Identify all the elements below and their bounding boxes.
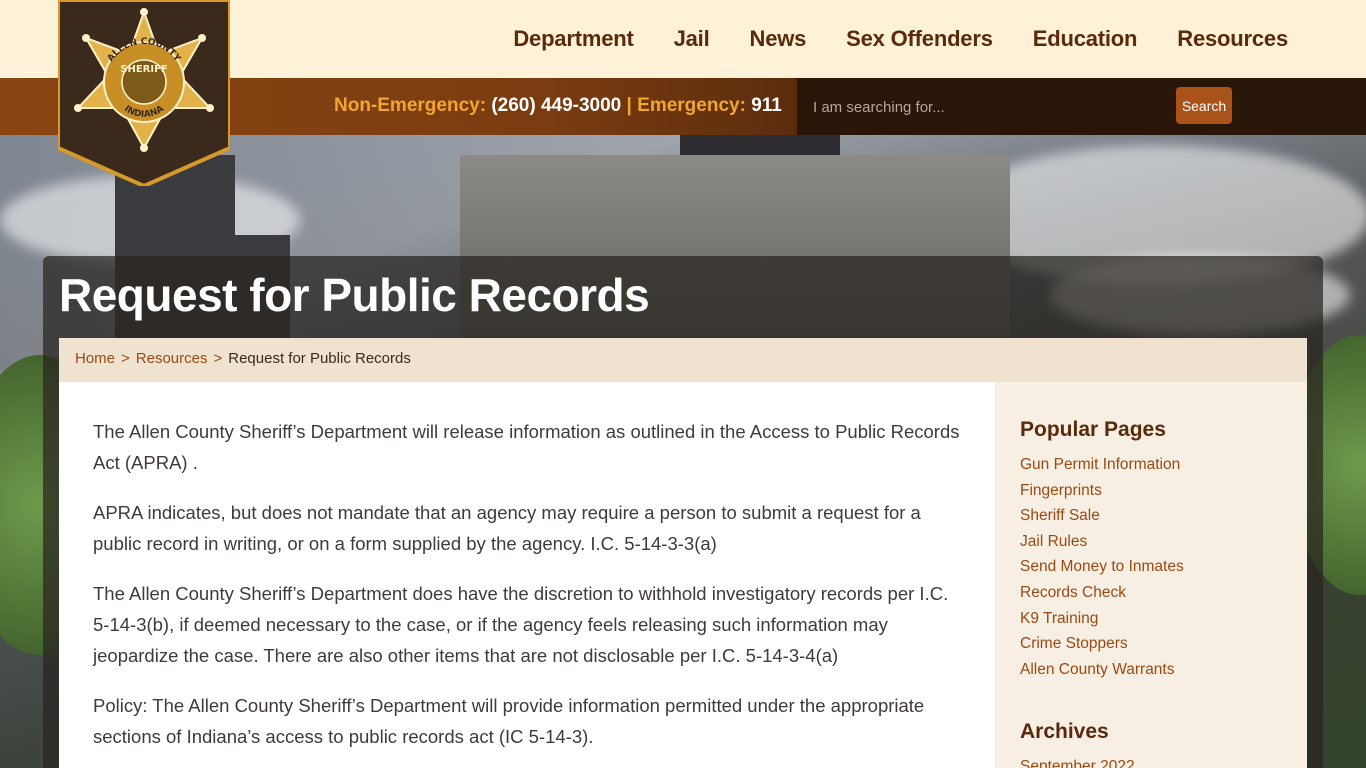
- sheriff-badge-logo[interactable]: ALLEN COUNTY SHERIFF INDIANA: [56, 0, 232, 189]
- nav-item-jail[interactable]: Jail: [674, 26, 710, 52]
- popular-link-jail-rules[interactable]: Jail Rules: [1020, 533, 1087, 550]
- list-item: Crime Stoppers: [1020, 631, 1282, 657]
- content-paragraph: The Allen County Sheriff’s Department wi…: [93, 421, 960, 473]
- contact-separator: |: [626, 95, 632, 116]
- list-item: Allen County Warrants: [1020, 657, 1282, 683]
- emergency-label: Emergency:: [637, 95, 746, 116]
- breadcrumb: Home > Resources > Request for Public Record…: [59, 338, 1307, 382]
- archive-link-september-2022[interactable]: September 2022: [1020, 758, 1135, 768]
- list-item: Records Check: [1020, 580, 1282, 606]
- sidebar: Popular Pages Gun Permit Information Fin…: [995, 382, 1307, 768]
- main-nav: Department Jail News Sex Offenders Educa…: [513, 26, 1288, 52]
- breadcrumb-separator: >: [121, 350, 130, 367]
- breadcrumb-resources[interactable]: Resources: [136, 350, 208, 367]
- non-emergency-number[interactable]: (260) 449-3000: [491, 95, 621, 116]
- badge-shield-icon: ALLEN COUNTY SHERIFF INDIANA: [56, 0, 232, 189]
- search-input[interactable]: [813, 94, 1153, 120]
- content-paragraph: Policy: The Allen County Sheriff’s Depar…: [93, 695, 925, 747]
- nav-item-education[interactable]: Education: [1033, 26, 1138, 52]
- breadcrumb-home[interactable]: Home: [75, 350, 115, 367]
- popular-pages-list: Gun Permit Information Fingerprints Sher…: [1020, 452, 1282, 682]
- content-paragraph: The Allen County Sheriff’s Department do…: [93, 583, 949, 666]
- popular-link-send-money[interactable]: Send Money to Inmates: [1020, 558, 1184, 575]
- archives-list: September 2022: [1020, 754, 1282, 768]
- list-item: September 2022: [1020, 754, 1282, 768]
- breadcrumb-separator: >: [213, 350, 223, 367]
- list-item: Send Money to Inmates: [1020, 554, 1282, 580]
- list-item: Gun Permit Information: [1020, 452, 1282, 478]
- archives-heading: Archives: [1020, 720, 1109, 744]
- popular-link-k9-training[interactable]: K9 Training: [1020, 610, 1098, 627]
- list-item: Fingerprints: [1020, 478, 1282, 504]
- list-item: Jail Rules: [1020, 529, 1282, 555]
- nav-item-sex-offenders[interactable]: Sex Offenders: [846, 26, 993, 52]
- contact-numbers: Non-Emergency: (260) 449-3000 | Emergenc…: [334, 95, 782, 117]
- nav-item-resources[interactable]: Resources: [1177, 26, 1288, 52]
- page-title: Request for Public Records: [59, 269, 650, 321]
- popular-link-sheriff-sale[interactable]: Sheriff Sale: [1020, 507, 1100, 524]
- list-item: Sheriff Sale: [1020, 503, 1282, 529]
- search-button[interactable]: Search: [1176, 87, 1232, 124]
- main-content: The Allen County Sheriff’s Department wi…: [59, 382, 995, 768]
- popular-link-fingerprints[interactable]: Fingerprints: [1020, 482, 1102, 499]
- popular-pages-heading: Popular Pages: [1020, 418, 1166, 441]
- non-emergency-label: Non-Emergency:: [334, 95, 487, 116]
- content-paragraph: APRA indicates, but does not mandate tha…: [93, 502, 921, 554]
- list-item: K9 Training: [1020, 606, 1282, 632]
- popular-link-gun-permit[interactable]: Gun Permit Information: [1020, 456, 1180, 473]
- nav-item-news[interactable]: News: [750, 26, 807, 52]
- popular-link-records-check[interactable]: Records Check: [1020, 584, 1126, 601]
- nav-item-department[interactable]: Department: [513, 26, 633, 52]
- badge-middle-text: SHERIFF: [120, 64, 168, 75]
- breadcrumb-current: Request for Public Records: [228, 350, 411, 367]
- popular-link-crime-stoppers[interactable]: Crime Stoppers: [1020, 635, 1128, 652]
- popular-link-warrants[interactable]: Allen County Warrants: [1020, 661, 1175, 678]
- emergency-number[interactable]: 911: [751, 95, 782, 116]
